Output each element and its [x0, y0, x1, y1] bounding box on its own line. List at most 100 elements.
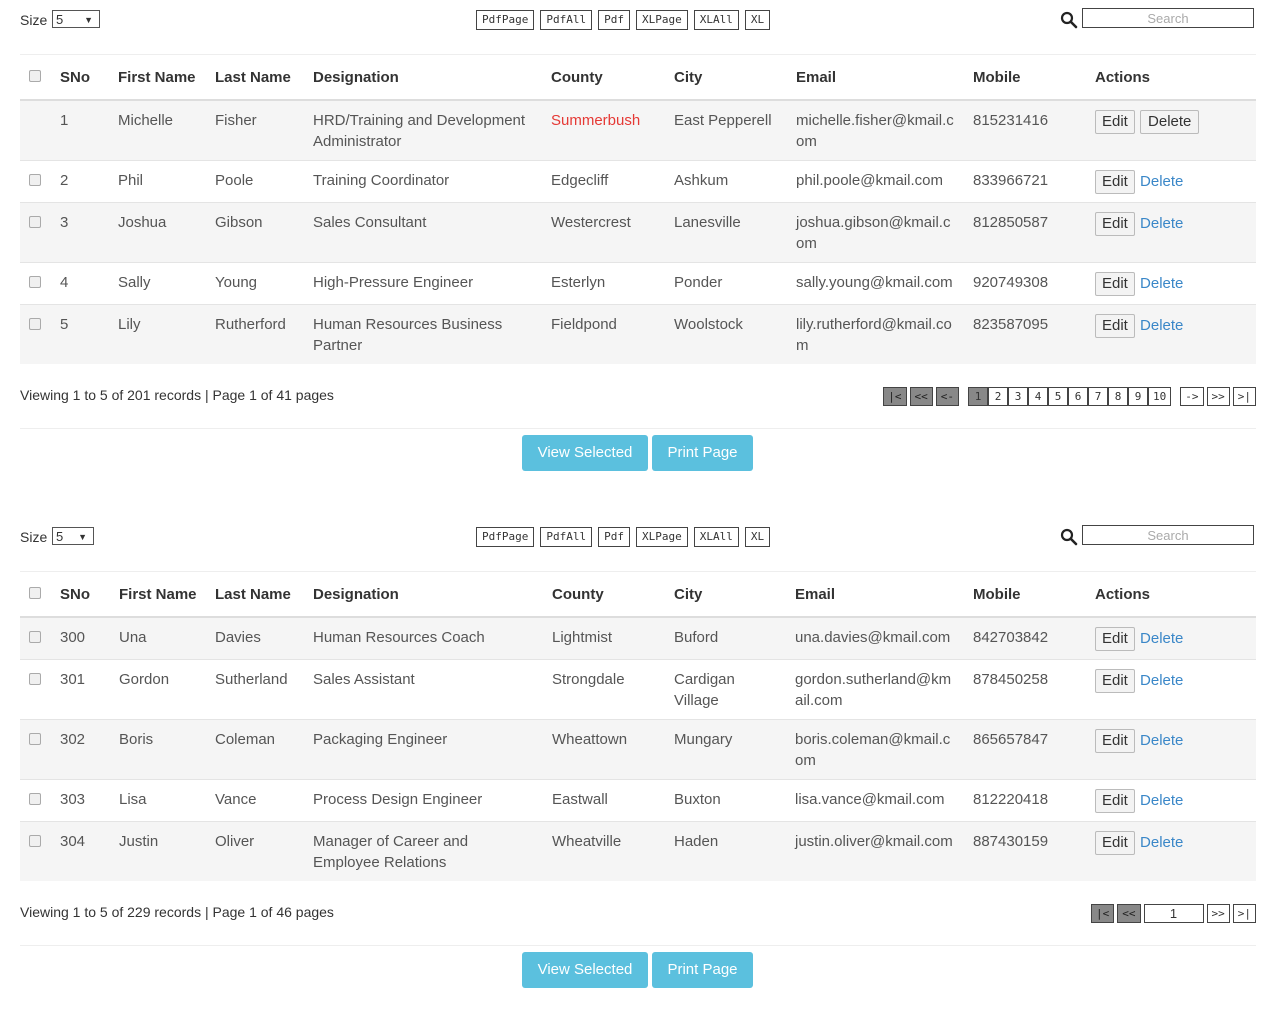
- row-checkbox[interactable]: [29, 835, 41, 847]
- search-input[interactable]: [1082, 525, 1254, 545]
- export-xlall-button[interactable]: XLAll: [693, 527, 739, 547]
- export-pdfpage-button[interactable]: PdfPage: [476, 10, 535, 30]
- row-select-cell: [20, 659, 60, 720]
- cell-city: Buxton: [674, 779, 795, 822]
- view-selected-button[interactable]: View Selected: [522, 952, 648, 988]
- export-xl-button[interactable]: XL: [744, 10, 771, 30]
- delete-link[interactable]: Delete: [1140, 792, 1183, 809]
- view-selected-button[interactable]: View Selected: [522, 435, 648, 471]
- delete-link[interactable]: Delete: [1140, 275, 1183, 292]
- print-page-button[interactable]: Print Page: [652, 435, 753, 471]
- delete-button[interactable]: Delete: [1140, 110, 1200, 134]
- page-button[interactable]: 2: [988, 387, 1008, 406]
- select-all-checkbox[interactable]: [29, 69, 41, 82]
- edit-button[interactable]: Edit: [1095, 212, 1135, 236]
- delete-link[interactable]: Delete: [1140, 173, 1183, 190]
- page-button[interactable]: 10: [1148, 387, 1172, 406]
- column-header[interactable]: Last Name: [215, 572, 313, 618]
- export-xlpage-button[interactable]: XLPage: [635, 10, 688, 30]
- column-header[interactable]: Last Name: [215, 55, 313, 101]
- page-button[interactable]: 4: [1028, 387, 1048, 406]
- print-page-button[interactable]: Print Page: [652, 952, 753, 988]
- cell-county: Westercrest: [551, 202, 674, 263]
- next-block-button[interactable]: >>: [1206, 387, 1230, 406]
- edit-button[interactable]: Edit: [1095, 729, 1135, 753]
- page-button[interactable]: 8: [1108, 387, 1128, 406]
- export-xlpage-button[interactable]: XLPage: [635, 527, 688, 547]
- select-all-checkbox[interactable]: [29, 586, 41, 599]
- row-checkbox[interactable]: [29, 673, 41, 685]
- next-block-button[interactable]: >>: [1206, 904, 1230, 923]
- export-pdf-button[interactable]: Pdf: [598, 527, 630, 547]
- column-header[interactable]: First Name: [118, 55, 215, 101]
- export-pdf-button[interactable]: Pdf: [598, 10, 630, 30]
- column-header[interactable]: City: [674, 572, 795, 618]
- prev-block-button[interactable]: <<: [1117, 904, 1141, 923]
- search-icon[interactable]: [1060, 11, 1078, 29]
- first-page-button[interactable]: |<: [1091, 904, 1115, 923]
- export-pdfall-button[interactable]: PdfAll: [540, 10, 593, 30]
- column-header[interactable]: Mobile: [973, 572, 1095, 618]
- export-xl-button[interactable]: XL: [744, 527, 771, 547]
- column-header[interactable]: City: [674, 55, 796, 101]
- data-table: SNo First Name Last Name Designation Cou…: [20, 55, 1256, 364]
- edit-button[interactable]: Edit: [1095, 669, 1135, 693]
- next-page-button[interactable]: ->: [1180, 387, 1204, 406]
- row-checkbox[interactable]: [29, 793, 41, 805]
- edit-button[interactable]: Edit: [1095, 170, 1135, 194]
- page-button[interactable]: 9: [1128, 387, 1148, 406]
- page-button[interactable]: 6: [1068, 387, 1088, 406]
- cell-first-name: Boris: [119, 719, 215, 780]
- cell-city: Ponder: [674, 262, 796, 305]
- prev-block-button[interactable]: <<: [909, 387, 933, 406]
- column-header[interactable]: First Name: [119, 572, 215, 618]
- column-header[interactable]: Designation: [313, 572, 552, 618]
- column-header[interactable]: County: [552, 572, 674, 618]
- edit-button[interactable]: Edit: [1095, 789, 1135, 813]
- row-checkbox[interactable]: [29, 318, 41, 330]
- row-checkbox[interactable]: [29, 276, 41, 288]
- edit-button[interactable]: Edit: [1095, 314, 1135, 338]
- delete-link[interactable]: Delete: [1140, 215, 1183, 232]
- column-header[interactable]: Mobile: [973, 55, 1095, 101]
- cell-actions: Edit Delete: [1095, 202, 1256, 263]
- delete-link[interactable]: Delete: [1140, 672, 1183, 689]
- column-header[interactable]: County: [551, 55, 674, 101]
- export-pdfpage-button[interactable]: PdfPage: [476, 527, 535, 547]
- column-header[interactable]: Email: [796, 55, 973, 101]
- cell-email: gordon.sutherland@kmail.com: [795, 659, 973, 720]
- page-number-input[interactable]: 1: [1143, 904, 1204, 923]
- row-checkbox[interactable]: [29, 216, 41, 228]
- row-checkbox[interactable]: [29, 631, 41, 643]
- prev-page-button[interactable]: <-: [935, 387, 959, 406]
- column-header[interactable]: Email: [795, 572, 973, 618]
- delete-link[interactable]: Delete: [1140, 317, 1183, 334]
- edit-button[interactable]: Edit: [1095, 272, 1135, 296]
- delete-link[interactable]: Delete: [1140, 630, 1183, 647]
- edit-button[interactable]: Edit: [1095, 110, 1135, 134]
- delete-link[interactable]: Delete: [1140, 834, 1183, 851]
- column-header[interactable]: SNo: [60, 572, 119, 618]
- export-xlall-button[interactable]: XLAll: [693, 10, 739, 30]
- page-size-select[interactable]: 5 ▼: [52, 10, 100, 28]
- page-size-select[interactable]: 5 ▼: [52, 527, 94, 545]
- column-header[interactable]: SNo: [60, 55, 118, 101]
- search-input[interactable]: [1082, 8, 1254, 28]
- row-checkbox[interactable]: [29, 733, 41, 745]
- page-button-current[interactable]: 1: [968, 387, 988, 406]
- last-page-button[interactable]: >|: [1232, 387, 1256, 406]
- cell-first-name: Una: [119, 616, 215, 660]
- last-page-button[interactable]: >|: [1232, 904, 1256, 923]
- page-button[interactable]: 3: [1008, 387, 1028, 406]
- edit-button[interactable]: Edit: [1095, 831, 1135, 855]
- search-icon[interactable]: [1060, 528, 1078, 546]
- export-pdfall-button[interactable]: PdfAll: [540, 527, 593, 547]
- page-button[interactable]: 7: [1088, 387, 1108, 406]
- first-page-button[interactable]: |<: [883, 387, 907, 406]
- cell-designation: Human Resources Coach: [313, 616, 552, 660]
- page-button[interactable]: 5: [1048, 387, 1068, 406]
- edit-button[interactable]: Edit: [1095, 627, 1135, 651]
- column-header[interactable]: Designation: [313, 55, 551, 101]
- delete-link[interactable]: Delete: [1140, 732, 1183, 749]
- row-checkbox[interactable]: [29, 174, 41, 186]
